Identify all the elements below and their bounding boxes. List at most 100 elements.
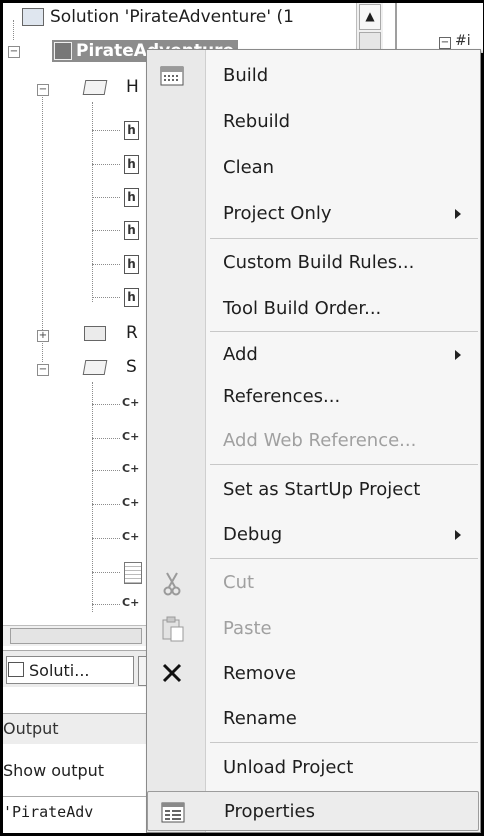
header-file-icon[interactable]: h [124,155,139,174]
menu-item-set-as-startup-project[interactable]: Set as StartUp Project [147,467,479,513]
tree-line [92,130,120,131]
menu-item-label: Project Only [223,203,332,224]
menu-item-references[interactable]: References... [147,374,479,420]
menu-item-label: Debug [223,524,283,545]
submenu-arrow-icon [455,530,461,540]
menu-item-label: Custom Build Rules... [223,252,415,273]
menu-item-label: Properties [224,801,315,822]
x-icon [162,663,182,683]
menu-item-label: Cut [223,572,255,593]
tree-line [92,604,120,605]
menu-item-build[interactable]: Build [147,53,479,99]
menu-separator [210,742,478,743]
tree-line [92,538,120,539]
folder-resources-label[interactable]: R [126,322,138,344]
folder-open-icon [82,80,108,95]
tree-line [92,504,120,505]
menu-item-tool-build-order[interactable]: Tool Build Order... [147,286,479,332]
menu-item-rebuild[interactable]: Rebuild [147,99,479,145]
menu-item-rename[interactable]: Rename [147,696,479,742]
header-file-icon[interactable]: h [124,288,139,307]
menu-item-label: Add [223,344,258,365]
tree-line [92,102,93,302]
solution-explorer-icon [8,662,24,677]
menu-separator [210,238,478,239]
show-output-label: Show output [3,761,105,780]
menu-item-unload-project[interactable]: Unload Project [147,745,479,791]
menu-item-project-only[interactable]: Project Only [147,191,479,237]
scissors-icon [163,572,181,596]
menu-item-paste[interactable]: Paste [147,606,479,652]
tab-solution-explorer[interactable]: Soluti... [6,656,134,684]
text-file-icon[interactable] [124,562,142,584]
folder-headers-label[interactable]: H [126,76,139,98]
menu-item-label: Set as StartUp Project [223,479,421,500]
cpp-file-icon[interactable]: C+ [122,396,139,409]
menu-item-label: References... [223,386,341,407]
solution-label: Solution 'PirateAdventure' (1 [50,7,294,27]
folder-open-icon [82,360,108,375]
cpp-file-icon[interactable]: C+ [122,430,139,443]
tree-line [92,572,120,573]
cpp-file-icon[interactable]: C+ [122,530,139,543]
properties-icon [161,802,185,823]
menu-item-label: Paste [223,618,272,639]
menu-item-label: Rename [223,708,297,729]
menu-item-properties[interactable]: Properties [147,791,479,831]
clipboard-icon [162,616,184,642]
tree-line [92,438,120,439]
solution-icon [22,8,44,26]
header-file-icon[interactable]: h [124,255,139,274]
menu-item-custom-build-rules[interactable]: Custom Build Rules... [147,240,479,286]
tree-line [92,470,120,471]
project-icon [54,42,72,60]
tree-line [92,197,120,198]
tree-line [92,404,120,405]
editor-pane: − #i [395,3,483,53]
submenu-arrow-icon [455,209,461,219]
tab-label: Soluti... [29,661,90,680]
cpp-file-icon[interactable]: C+ [122,462,139,475]
tree-solution[interactable]: Solution 'PirateAdventure' (1 [22,6,294,28]
cpp-file-icon[interactable]: C+ [122,496,139,509]
expand-icon[interactable]: + [37,330,49,342]
cpp-file-icon[interactable]: C+ [122,596,139,609]
menu-item-label: Build [223,65,269,86]
menu-item-debug[interactable]: Debug [147,512,479,558]
menu-item-label: Remove [223,663,297,684]
scroll-up-arrow-icon[interactable]: ▲ [359,4,381,30]
menu-item-remove[interactable]: Remove [147,651,479,697]
output-text: 'PirateAdv [3,796,153,827]
menu-item-add[interactable]: Add [147,332,479,378]
menu-item-label: Add Web Reference... [223,430,417,451]
folder-sources-label[interactable]: S [126,356,137,378]
menu-item-label: Tool Build Order... [223,298,382,319]
menu-separator [210,464,478,465]
menu-separator [210,558,478,559]
menu-item-label: Unload Project [223,757,354,778]
horizontal-scroll-thumb[interactable] [10,628,142,644]
tree-line [92,264,120,265]
collapse-icon[interactable]: − [37,364,49,376]
tree-line [13,20,14,40]
tree-line [92,230,120,231]
header-file-icon[interactable]: h [124,188,139,207]
build-icon [160,66,184,86]
header-file-icon[interactable]: h [124,121,139,140]
menu-item-cut[interactable]: Cut [147,560,479,606]
collapse-icon[interactable]: − [439,37,451,49]
collapse-icon[interactable]: − [8,46,20,58]
submenu-arrow-icon [455,350,461,360]
menu-item-clean[interactable]: Clean [147,145,479,191]
output-title: Output [3,713,153,744]
folder-icon [84,326,106,341]
tree-line [92,382,93,612]
tree-line [42,92,43,362]
header-file-icon[interactable]: h [124,221,139,240]
menu-item-label: Rebuild [223,111,291,132]
tree-line [92,164,120,165]
collapse-icon[interactable]: − [37,84,49,96]
menu-item-add-web-reference[interactable]: Add Web Reference... [147,418,479,464]
editor-code-text: #i [455,33,471,49]
tree-line [92,297,120,298]
